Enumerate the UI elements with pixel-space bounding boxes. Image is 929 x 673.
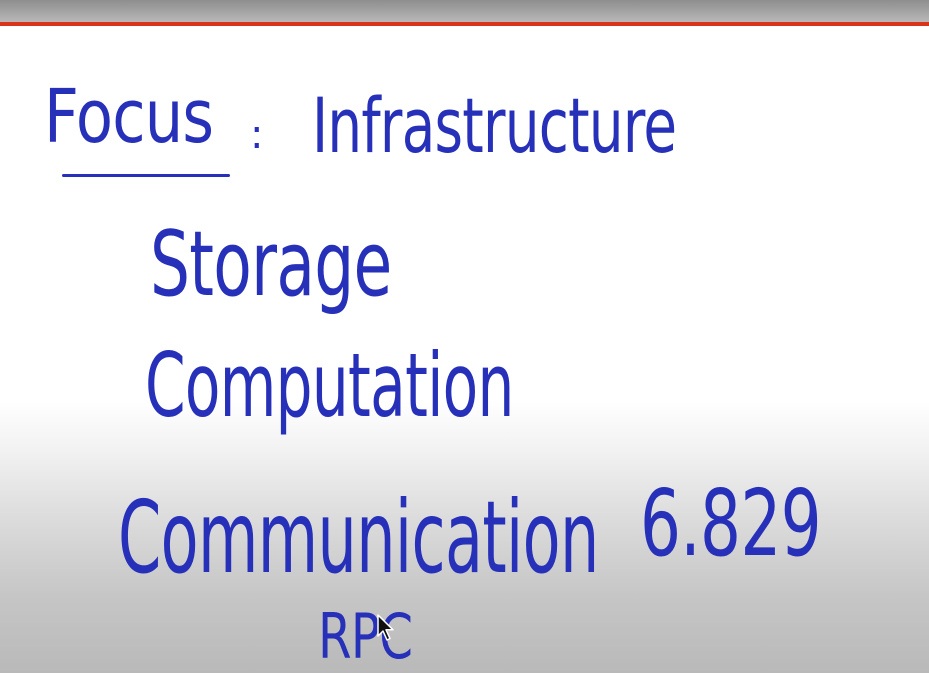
focus-colon: :	[250, 112, 264, 158]
item-computation: Computation	[145, 334, 514, 437]
item-communication: Communication	[118, 479, 599, 596]
course-number: 6.829	[640, 470, 822, 577]
mouse-pointer-icon	[377, 614, 394, 641]
item-storage: Storage	[150, 212, 392, 317]
window-top-bar	[0, 0, 929, 22]
focus-underline	[62, 174, 230, 177]
rpc-label: RPC	[318, 600, 413, 673]
topic-infrastructure: Infrastructure	[312, 81, 677, 170]
focus-label: Focus	[44, 74, 214, 160]
